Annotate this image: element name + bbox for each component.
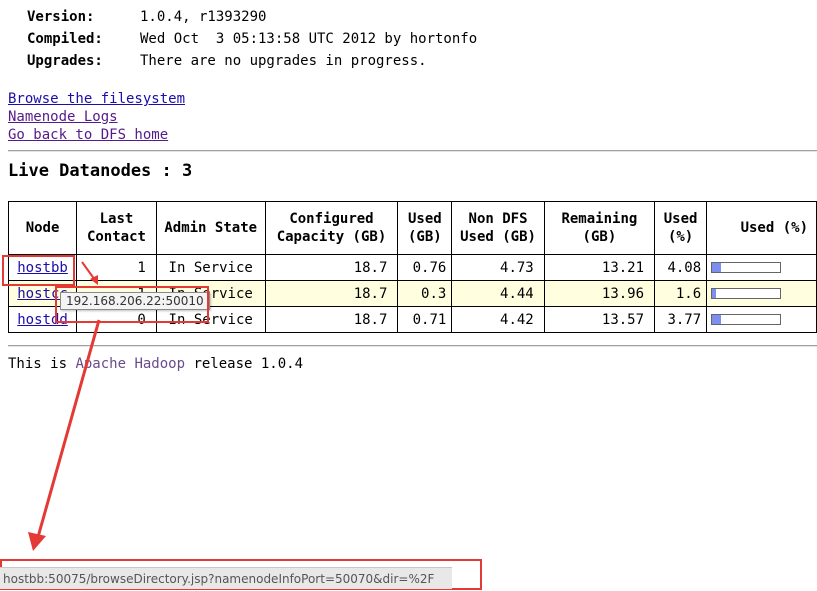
browser-status-bar: hostbb:50075/browseDirectory.jsp?namenod… [0, 567, 452, 589]
arrow-to-tooltip [81, 261, 96, 281]
annotation-arrows [28, 261, 101, 551]
arrow-to-statusbar [36, 319, 101, 538]
arrow-to-statusbar-head [28, 532, 46, 551]
arrow-to-tooltip-head [90, 275, 98, 285]
